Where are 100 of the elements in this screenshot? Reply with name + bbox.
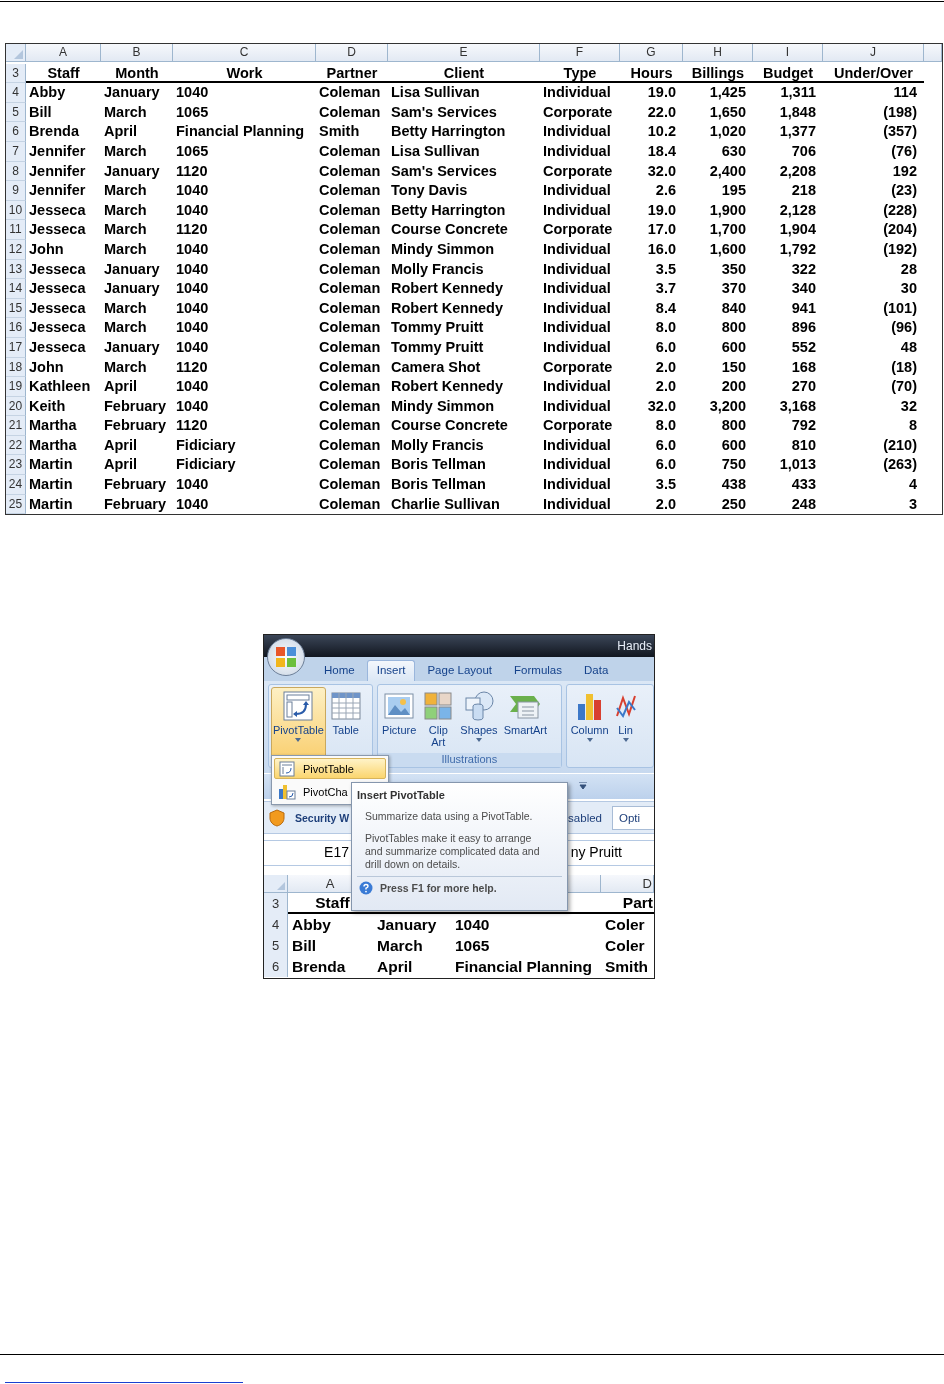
table-cell-text: March bbox=[103, 181, 148, 201]
table-cell-text: Coleman bbox=[318, 141, 382, 161]
table-cell-text: 17.0 bbox=[646, 220, 677, 240]
row-header[interactable]: 3 bbox=[264, 893, 288, 915]
row-header[interactable]: 5 bbox=[264, 935, 288, 957]
table-cell-text: January bbox=[376, 915, 438, 936]
row-header[interactable]: 7 bbox=[6, 141, 26, 162]
ribbon-tab[interactable]: Insert bbox=[366, 660, 416, 682]
row-header[interactable]: 25 bbox=[6, 494, 26, 515]
table-cell-text: Coleman bbox=[318, 83, 382, 103]
column-header[interactable]: F bbox=[540, 44, 620, 62]
header-cell: Partner bbox=[316, 63, 388, 84]
shapes-icon bbox=[462, 690, 495, 723]
select-all-corner[interactable] bbox=[6, 44, 26, 62]
table-cell-text: April bbox=[376, 957, 414, 978]
table-cell-text: 30 bbox=[899, 279, 918, 299]
row-header[interactable]: 10 bbox=[6, 200, 26, 221]
column-header[interactable]: D bbox=[316, 44, 388, 62]
row-header[interactable]: 19 bbox=[6, 377, 26, 397]
row-header[interactable]: 5 bbox=[6, 102, 26, 123]
column-header[interactable]: D bbox=[601, 875, 654, 894]
triangle-icon bbox=[277, 882, 285, 891]
row-header[interactable]: 4 bbox=[264, 914, 288, 936]
ribbon-tab[interactable]: Data bbox=[574, 660, 619, 682]
menu-item[interactable]: PivotTable bbox=[274, 758, 386, 780]
row-header[interactable]: 6 bbox=[6, 122, 26, 142]
table-cell-text: Sam's Services bbox=[390, 161, 498, 181]
table-cell-text: 1,904 bbox=[778, 220, 817, 240]
tooltip-title: Insert PivotTable bbox=[357, 789, 446, 802]
row-header[interactable]: 23 bbox=[6, 455, 26, 476]
row-header[interactable]: 11 bbox=[6, 220, 26, 240]
table-cell-text: 3.7 bbox=[654, 279, 677, 299]
dropdown-arrow-icon[interactable] bbox=[579, 782, 587, 790]
table-cell-text: January bbox=[103, 259, 161, 279]
table-cell-text: Jesseca bbox=[28, 337, 87, 357]
row-header[interactable]: 12 bbox=[6, 239, 26, 260]
table-grid-icon bbox=[329, 690, 362, 723]
pivot-table-icon bbox=[279, 760, 295, 777]
column-header[interactable]: A bbox=[26, 44, 101, 62]
table-cell-text: Coleman bbox=[318, 239, 382, 259]
table-cell-text: 218 bbox=[790, 181, 817, 201]
table-cell-text: 2.0 bbox=[654, 494, 677, 514]
row-header[interactable]: 24 bbox=[6, 475, 26, 495]
table-cell-text: Bill bbox=[28, 102, 53, 122]
ribbon-button[interactable]: Lin bbox=[612, 687, 639, 766]
table-cell-text: Individual bbox=[542, 83, 612, 103]
table-cell-text: 1040 bbox=[175, 259, 210, 279]
column-header[interactable]: C bbox=[173, 44, 316, 62]
row-header[interactable]: 18 bbox=[6, 357, 26, 378]
table-cell-text: 8.0 bbox=[654, 318, 677, 338]
row-header[interactable]: 16 bbox=[6, 318, 26, 338]
column-header[interactable] bbox=[924, 44, 942, 62]
ribbon-tab[interactable]: Home bbox=[314, 660, 365, 682]
table-cell-text: Coleman bbox=[318, 337, 382, 357]
column-header[interactable]: G bbox=[620, 44, 683, 62]
security-warning-label: Security W bbox=[295, 811, 350, 824]
table-cell-text: (96) bbox=[890, 318, 918, 338]
table-cell-text: 28 bbox=[899, 259, 918, 279]
table-cell-text: 3,200 bbox=[708, 396, 747, 416]
table-cell-text: (198) bbox=[882, 102, 918, 122]
ribbon-button[interactable]: SmartArt bbox=[501, 687, 550, 752]
column-header[interactable]: H bbox=[683, 44, 753, 62]
table-cell-text: Financial Planning bbox=[454, 957, 593, 978]
table-cell-text: Charlie Sullivan bbox=[390, 494, 501, 514]
table-cell-text: Course Concrete bbox=[390, 416, 509, 436]
ribbon-button[interactable]: Clip Art bbox=[420, 687, 457, 752]
row-header[interactable]: 17 bbox=[6, 337, 26, 358]
ribbon-tab[interactable]: Formulas bbox=[504, 660, 572, 682]
row-header[interactable]: 9 bbox=[6, 181, 26, 201]
ribbon-button[interactable]: Shapes bbox=[458, 687, 500, 752]
table-cell-text: 8.0 bbox=[654, 416, 677, 436]
name-box[interactable]: E17 bbox=[264, 841, 351, 866]
table-cell-text: 1,900 bbox=[708, 200, 747, 220]
options-button[interactable]: Opti bbox=[612, 805, 654, 830]
row-header[interactable]: 4 bbox=[6, 83, 26, 103]
row-header[interactable]: 13 bbox=[6, 259, 26, 280]
table-cell-text: 6.0 bbox=[654, 455, 677, 475]
table-cell-text: 1040 bbox=[175, 239, 210, 259]
column-header[interactable]: B bbox=[101, 44, 173, 62]
row-header[interactable]: 22 bbox=[6, 435, 26, 456]
ribbon-tab[interactable]: Page Layout bbox=[417, 660, 503, 682]
table-cell-text: 600 bbox=[720, 435, 747, 455]
column-header[interactable]: J bbox=[823, 44, 924, 62]
row-header[interactable]: 21 bbox=[6, 416, 26, 436]
column-header[interactable]: I bbox=[753, 44, 823, 62]
table-cell-text: (18) bbox=[890, 357, 918, 377]
row-header[interactable]: 8 bbox=[6, 161, 26, 182]
row-header[interactable]: 20 bbox=[6, 396, 26, 417]
row-header[interactable]: 15 bbox=[6, 298, 26, 319]
ribbon-button[interactable]: Column bbox=[568, 687, 611, 766]
row-header[interactable]: 3 bbox=[6, 63, 26, 84]
triangle-icon bbox=[14, 50, 23, 59]
column-header[interactable]: E bbox=[388, 44, 540, 62]
table-cell-text: 1120 bbox=[175, 416, 209, 436]
row-header[interactable]: 6 bbox=[264, 956, 288, 978]
table-cell-text: Fidiciary bbox=[175, 435, 237, 455]
row-header[interactable]: 14 bbox=[6, 279, 26, 299]
table-cell-text: Boris Tellman bbox=[390, 475, 487, 495]
ribbon-button[interactable]: Picture bbox=[380, 687, 419, 752]
select-all-corner[interactable] bbox=[264, 875, 288, 894]
